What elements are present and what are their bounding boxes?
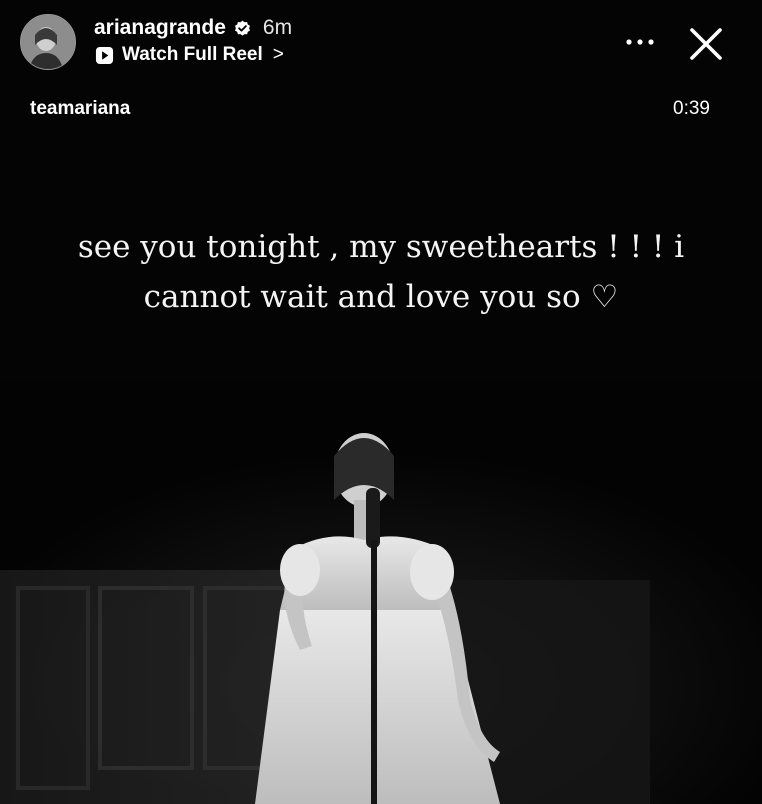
more-options-button[interactable] — [618, 24, 662, 60]
story-header: arianagrande 6m Watch Full Reel > — [0, 0, 762, 90]
post-time: 6m — [262, 16, 293, 39]
more-horizontal-icon — [626, 39, 654, 45]
caption-line-1: see you tonight , my sweethearts ! ! ! i — [77, 229, 685, 265]
avatar-image — [21, 15, 75, 69]
verified-badge-icon — [234, 20, 250, 36]
username[interactable]: arianagrande — [94, 16, 226, 40]
play-icon — [95, 46, 114, 64]
close-icon — [690, 28, 722, 60]
story-caption: see you tonight , my sweethearts ! ! ! i… — [30, 222, 732, 322]
close-button[interactable] — [682, 20, 730, 68]
chevron-right-icon: > — [272, 44, 284, 65]
profile-avatar[interactable] — [20, 14, 76, 70]
story-viewer[interactable]: arianagrande 6m Watch Full Reel > teamar… — [0, 0, 762, 804]
caption-line-2: cannot wait and love you so ♡ — [143, 279, 619, 315]
username-row: arianagrande 6m — [94, 14, 292, 42]
video-duration: 0:39 — [673, 98, 710, 119]
audio-source-label[interactable]: teamariana — [30, 98, 130, 120]
story-photo — [0, 0, 762, 804]
watch-full-reel-label: Watch Full Reel — [122, 44, 263, 65]
watch-full-reel-link[interactable]: Watch Full Reel > — [95, 43, 284, 67]
